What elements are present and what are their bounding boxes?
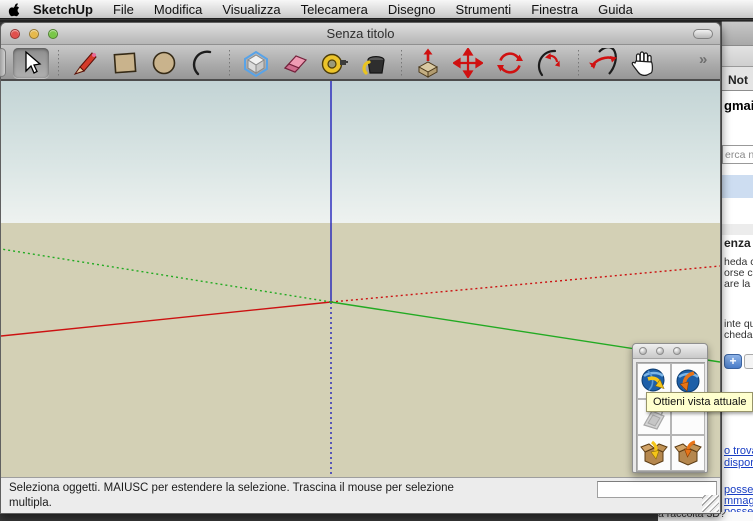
paint-bucket-tool-button[interactable] xyxy=(360,48,390,78)
get-models-icon xyxy=(640,439,668,467)
orbit-tool-button[interactable] xyxy=(588,48,618,78)
browser-selection-band xyxy=(722,175,753,198)
push-pull-tool-button[interactable] xyxy=(413,48,443,78)
minimize-window-button[interactable] xyxy=(29,29,39,39)
browser-text-fragment: gmail xyxy=(724,98,753,113)
menu-item[interactable]: File xyxy=(103,2,144,17)
window-title: Senza titolo xyxy=(1,26,720,41)
arc-tool-button[interactable] xyxy=(188,48,218,78)
rotate-tool-button[interactable] xyxy=(495,48,525,78)
browser-text-fragment: Not xyxy=(728,73,748,87)
circle-tool-button[interactable] xyxy=(149,48,179,78)
menu-item[interactable]: Visualizza xyxy=(212,2,290,17)
place-model-icon xyxy=(674,367,702,395)
move-tool-button[interactable] xyxy=(453,48,483,78)
line-tool-icon xyxy=(71,48,101,78)
drawing-axes xyxy=(1,81,720,477)
menubar-shadow xyxy=(0,20,753,22)
toolbar: » xyxy=(1,45,720,81)
window-resize-grip[interactable] xyxy=(702,495,719,512)
browser-bookmark-bar xyxy=(722,46,753,67)
menu-item[interactable]: Disegno xyxy=(378,2,446,17)
apple-logo-icon xyxy=(7,2,20,17)
toolbar-separator xyxy=(401,50,402,76)
offset-tool-button[interactable] xyxy=(535,48,565,78)
status-message: Seleziona oggetti. MAIUSC per estendere … xyxy=(9,481,479,511)
background-browser-window: Notgmailerca neenza Gheda corse care la … xyxy=(721,21,753,521)
menu-item[interactable]: Modifica xyxy=(144,2,212,17)
browser-text-fragment: enza G xyxy=(724,236,753,250)
share-model-icon xyxy=(674,439,702,467)
browser-text-fragment: erca ne xyxy=(722,145,753,164)
close-window-button[interactable] xyxy=(10,29,20,39)
measurements-box[interactable] xyxy=(597,481,717,498)
apple-menu[interactable] xyxy=(0,2,26,17)
select-tool-icon xyxy=(18,50,44,76)
move-tool-icon xyxy=(453,48,483,78)
eraser-tool-button[interactable] xyxy=(280,48,310,78)
rectangle-tool-button[interactable] xyxy=(110,48,140,78)
palette-minimize-button[interactable] xyxy=(656,347,664,355)
push-pull-tool-icon xyxy=(413,48,443,78)
orbit-tool-icon xyxy=(588,48,618,78)
toolbar-separator xyxy=(229,50,230,76)
select-tool-button[interactable] xyxy=(13,48,49,78)
tooltip: Ottieni vista attuale xyxy=(646,392,753,412)
browser-text-fragment: cheda xyxy=(724,329,753,341)
status-bar: Seleziona oggetti. MAIUSC per estendere … xyxy=(1,477,720,513)
palette-titlebar[interactable] xyxy=(633,344,707,359)
offset-tool-icon xyxy=(535,48,565,78)
eraser-tool-icon xyxy=(280,48,310,78)
make-component-tool-icon xyxy=(241,48,271,78)
toolbar-toggle-button[interactable] xyxy=(693,29,713,39)
browser-titlebar xyxy=(722,21,753,46)
menu-item[interactable]: SketchUp xyxy=(26,2,103,17)
browser-text-fragment: o trova xyxy=(724,445,753,457)
make-component-tool-button[interactable] xyxy=(241,48,271,78)
rectangle-tool-icon xyxy=(110,48,140,78)
browser-section-band xyxy=(722,224,753,235)
circle-tool-icon xyxy=(149,48,179,78)
browser-add-button[interactable]: + xyxy=(724,354,742,369)
line-tool-button[interactable] xyxy=(71,48,101,78)
drawing-viewport[interactable] xyxy=(1,81,720,477)
menu-item[interactable]: Strumenti xyxy=(446,2,522,17)
palette-zoom-button[interactable] xyxy=(673,347,681,355)
get-current-view-icon xyxy=(640,367,668,395)
toolbar-separator xyxy=(58,50,59,76)
browser-text-fragment: are la f xyxy=(724,278,753,290)
toolbar-separator xyxy=(578,50,579,76)
arc-tool-icon xyxy=(188,48,218,78)
palette-close-button[interactable] xyxy=(639,347,647,355)
menu-item[interactable]: Guida xyxy=(588,2,643,17)
browser-text-fragment: dispor xyxy=(724,457,753,469)
window-titlebar[interactable]: Senza titolo xyxy=(1,23,720,45)
zoom-window-button[interactable] xyxy=(48,29,58,39)
pan-tool-button[interactable] xyxy=(628,48,658,78)
browser-add-field[interactable] xyxy=(744,354,753,369)
paint-bucket-tool-icon xyxy=(360,48,390,78)
pan-tool-icon xyxy=(628,48,658,78)
menu-bar: SketchUpFileModificaVisualizzaTelecamera… xyxy=(0,0,753,19)
share-model-button[interactable] xyxy=(671,435,705,471)
menu-item[interactable]: Telecamera xyxy=(291,2,378,17)
menu-item[interactable]: Finestra xyxy=(521,2,588,17)
toolbar-overflow-chevron[interactable]: » xyxy=(699,51,705,68)
tape-measure-tool-button[interactable] xyxy=(319,48,349,78)
sketchup-window: Senza titolo xyxy=(0,22,721,514)
toolbar-drag-handle[interactable] xyxy=(0,48,6,77)
rotate-tool-icon xyxy=(495,48,525,78)
tape-measure-tool-icon xyxy=(319,48,349,78)
get-models-button[interactable] xyxy=(637,435,671,471)
